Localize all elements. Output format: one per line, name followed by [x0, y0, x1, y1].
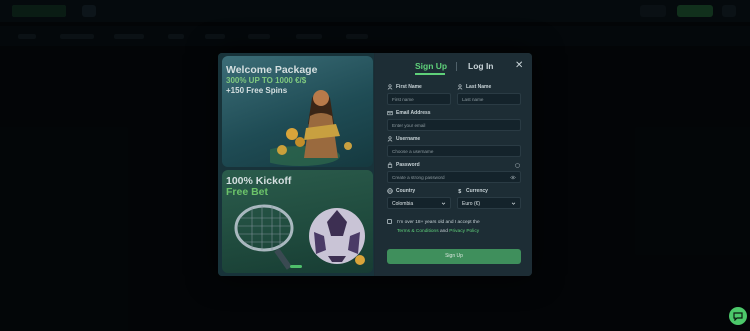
password-field[interactable]: Create a strong password: [387, 171, 521, 183]
country-label: Country: [387, 188, 415, 194]
password-label: Password: [387, 162, 420, 168]
carousel-indicator[interactable]: [290, 265, 302, 268]
signup-modal: Welcome Package 300% UP TO 1000 €/$ +150…: [218, 53, 532, 276]
chevron-down-icon: [511, 202, 516, 205]
currency-select[interactable]: Euro (€): [457, 197, 521, 209]
last-name-label-text: Last Name: [466, 84, 492, 90]
chevron-down-icon: [441, 202, 446, 205]
age-terms-checkbox[interactable]: [387, 219, 392, 224]
username-label: Username: [387, 136, 420, 142]
kickoff-subtitle: Free Bet: [226, 186, 269, 198]
first-name-label-text: First Name: [396, 84, 422, 90]
agreement-text-main: I'm over 18+ years old and I accept the: [397, 220, 480, 225]
welcome-package-title: Welcome Package: [226, 64, 318, 76]
email-label: Email Address: [387, 110, 431, 116]
password-strength-icon[interactable]: [515, 163, 520, 168]
signup-submit-button[interactable]: Sign Up: [387, 249, 521, 264]
privacy-link[interactable]: Privacy Policy: [449, 229, 479, 234]
soccer-ball-illustration: [309, 208, 365, 265]
last-name-label: Last Name: [457, 84, 491, 90]
tab-login[interactable]: Log In: [468, 61, 494, 71]
agreement-text: I'm over 18+ years old and I accept the …: [397, 218, 517, 236]
country-value: Colombia: [392, 201, 414, 207]
username-label-text: Username: [396, 136, 421, 142]
email-field[interactable]: Enter your email: [387, 119, 521, 131]
kickoff-free-bet-card[interactable]: 100% Kickoff Free Bet: [222, 170, 373, 273]
user-icon: [457, 84, 463, 90]
tab-separator: [456, 62, 457, 71]
last-name-field[interactable]: Last name: [457, 93, 521, 105]
tab-signup-underline: [415, 73, 445, 75]
first-name-label: First Name: [387, 84, 422, 90]
cleopatra-illustration: [270, 90, 352, 166]
signup-form: Sign Up Log In ✕ First Name Last Name Fi…: [375, 53, 532, 276]
country-label-text: Country: [396, 188, 416, 194]
user-icon: [387, 84, 393, 90]
chat-icon: [733, 312, 743, 321]
globe-icon: [387, 188, 393, 194]
terms-link[interactable]: Terms & Conditions: [397, 229, 439, 234]
welcome-package-card[interactable]: Welcome Package 300% UP TO 1000 €/$ +150…: [222, 56, 373, 167]
svg-text:$: $: [458, 189, 461, 194]
kickoff-title: 100% Kickoff: [226, 175, 292, 187]
password-placeholder: Create a strong password: [392, 175, 445, 180]
close-icon[interactable]: ✕: [515, 61, 523, 71]
currency-value: Euro (€): [462, 201, 481, 207]
first-name-field[interactable]: First name: [387, 93, 451, 105]
currency-label: $ Currency: [457, 188, 488, 194]
promo-panel: Welcome Package 300% UP TO 1000 €/$ +150…: [218, 53, 374, 276]
password-label-text: Password: [396, 162, 420, 168]
country-select[interactable]: Colombia: [387, 197, 451, 209]
username-field[interactable]: Choose a username: [387, 145, 521, 157]
eye-icon[interactable]: [510, 175, 516, 180]
currency-label-text: Currency: [466, 188, 488, 194]
mail-icon: [387, 111, 393, 116]
tab-signup[interactable]: Sign Up: [415, 61, 447, 71]
dollar-icon: $: [458, 189, 461, 194]
lock-icon: [387, 162, 393, 168]
user-icon: [387, 136, 393, 142]
agreement-and: and: [439, 229, 448, 234]
tennis-racket-illustration: [234, 204, 294, 270]
email-label-text: Email Address: [396, 110, 431, 116]
chat-support-button[interactable]: [729, 307, 747, 325]
